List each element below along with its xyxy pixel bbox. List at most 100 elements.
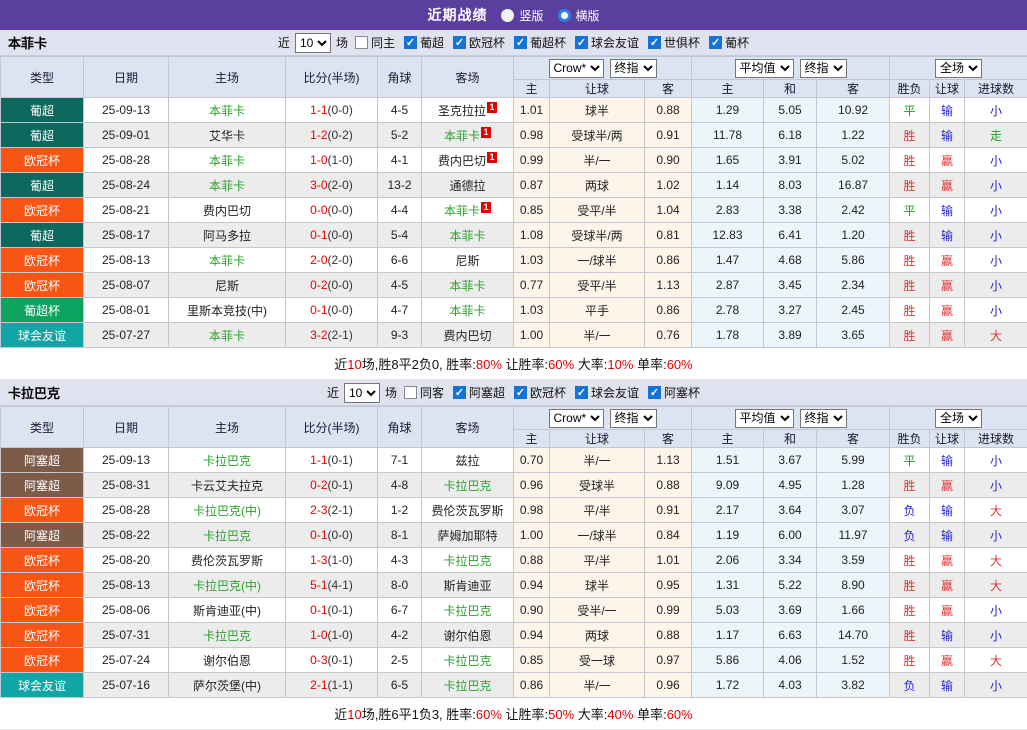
odds-handicap: 平/半 bbox=[550, 548, 645, 573]
match-date: 25-08-07 bbox=[84, 273, 169, 298]
fulltime-score: 1-3 bbox=[310, 553, 327, 567]
home-team-name: 阿马多拉 bbox=[203, 229, 251, 243]
league-filter-checkbox-3[interactable]: ✓ bbox=[648, 386, 661, 399]
home-cell: 卡拉巴克 bbox=[169, 623, 286, 648]
away-cell: 圣克拉拉1 bbox=[422, 98, 514, 123]
same-venue-checkbox[interactable] bbox=[404, 386, 417, 399]
header-group-1: 平均值终指 bbox=[692, 57, 890, 80]
radio-vertical-icon[interactable] bbox=[501, 9, 514, 22]
header-select-0-0[interactable]: Crow* bbox=[549, 409, 604, 428]
goals-result-cell: 小 bbox=[965, 673, 1027, 698]
avg-draw: 6.63 bbox=[764, 623, 817, 648]
match-date: 25-08-06 bbox=[84, 598, 169, 623]
corner-cell: 4-2 bbox=[378, 623, 422, 648]
away-cell: 尼斯 bbox=[422, 248, 514, 273]
avg-draw: 6.00 bbox=[764, 523, 817, 548]
results-table: 类型日期主场比分(半场)角球客场Crow*终指平均值终指全场主让球客主和客胜负让… bbox=[0, 406, 1027, 698]
match-date: 25-08-28 bbox=[84, 148, 169, 173]
odds-home: 0.87 bbox=[514, 173, 550, 198]
header-select-0-1[interactable]: 终指 bbox=[610, 59, 657, 78]
home-team-name: 卡云艾夫拉克 bbox=[191, 479, 263, 493]
layout-radio-vertical[interactable]: 竖版 bbox=[501, 7, 543, 24]
odds-away: 0.81 bbox=[645, 223, 692, 248]
match-count-select[interactable]: 10 bbox=[295, 33, 331, 53]
odds-home: 0.85 bbox=[514, 198, 550, 223]
odds-away: 0.86 bbox=[645, 298, 692, 323]
match-row: 葡超25-09-01艾华卡1-2(0-2)5-2本菲卡10.98受球半/两0.9… bbox=[1, 123, 1027, 148]
subcol-header-0-0: 主 bbox=[514, 80, 550, 98]
fulltime-score: 1-0 bbox=[310, 628, 327, 642]
header-select-1-0[interactable]: 平均值 bbox=[735, 409, 794, 428]
header-select-1-0[interactable]: 平均值 bbox=[735, 59, 794, 78]
same-venue-label: 同主 bbox=[371, 34, 395, 51]
fulltime-score: 0-1 bbox=[310, 303, 327, 317]
header-select-2-0[interactable]: 全场 bbox=[935, 59, 982, 78]
fulltime-score: 2-0 bbox=[310, 253, 327, 267]
league-filter-checkbox-1[interactable]: ✓ bbox=[514, 386, 527, 399]
league-filter-checkbox-2[interactable]: ✓ bbox=[575, 386, 588, 399]
col-header-4: 角球 bbox=[378, 407, 422, 448]
league-badge: 欧冠杯 bbox=[1, 573, 84, 598]
header-select-0-1[interactable]: 终指 bbox=[610, 409, 657, 428]
summary-segment: 让胜率: bbox=[502, 357, 548, 372]
away-team-name: 费内巴切 bbox=[438, 154, 486, 168]
handicap-result-cell: 赢 bbox=[930, 273, 965, 298]
score-cell: 0-2(0-0) bbox=[286, 273, 378, 298]
league-filter-checkbox-3[interactable]: ✓ bbox=[575, 36, 588, 49]
league-filter-checkbox-2[interactable]: ✓ bbox=[514, 36, 527, 49]
league-filter-label: 葡杯 bbox=[725, 34, 749, 51]
score-cell: 2-0(2-0) bbox=[286, 248, 378, 273]
odds-handicap: 一/球半 bbox=[550, 523, 645, 548]
avg-home: 5.86 bbox=[692, 648, 764, 673]
header-select-1-1[interactable]: 终指 bbox=[800, 409, 847, 428]
layout-radio-horizontal[interactable]: 横版 bbox=[558, 7, 600, 24]
header-select-0-0[interactable]: Crow* bbox=[549, 59, 604, 78]
odds-home: 1.00 bbox=[514, 523, 550, 548]
league-filter-checkbox-4[interactable]: ✓ bbox=[648, 36, 661, 49]
section-benfica: 本菲卡 近 10 场 同主✓葡超✓欧冠杯✓葡超杯✓球会友谊✓世俱杯✓葡杯类型日期… bbox=[0, 30, 1027, 380]
home-team-name: 斯肯迪亚(中) bbox=[193, 604, 261, 618]
avg-draw: 4.03 bbox=[764, 673, 817, 698]
away-cell: 谢尔伯恩 bbox=[422, 623, 514, 648]
winloss-cell: 胜 bbox=[890, 248, 930, 273]
corner-cell: 8-1 bbox=[378, 523, 422, 548]
league-badge: 欧冠杯 bbox=[1, 273, 84, 298]
avg-away: 8.90 bbox=[817, 573, 890, 598]
radio-horizontal-icon[interactable] bbox=[558, 9, 571, 22]
subcol-header-1-2: 客 bbox=[817, 430, 890, 448]
match-count-select[interactable]: 10 bbox=[344, 383, 380, 403]
away-cell: 卡拉巴克 bbox=[422, 673, 514, 698]
col-header-5: 客场 bbox=[422, 57, 514, 98]
header-select-2-0[interactable]: 全场 bbox=[935, 409, 982, 428]
summary-segment: 近 bbox=[334, 357, 347, 372]
handicap-result-cell: 输 bbox=[930, 498, 965, 523]
away-team-name: 费内巴切 bbox=[443, 329, 491, 343]
score-cell: 0-1(0-0) bbox=[286, 523, 378, 548]
summary-segment: 单率: bbox=[633, 707, 666, 722]
subcol-header-1-0: 主 bbox=[692, 80, 764, 98]
home-team-name: 卡拉巴克 bbox=[203, 529, 251, 543]
winloss-cell: 胜 bbox=[890, 548, 930, 573]
away-cell: 费内巴切 bbox=[422, 323, 514, 348]
subcol-header-0-1: 让球 bbox=[550, 80, 645, 98]
league-filter-checkbox-0[interactable]: ✓ bbox=[404, 36, 417, 49]
header-select-1-1[interactable]: 终指 bbox=[800, 59, 847, 78]
fulltime-score: 0-3 bbox=[310, 653, 327, 667]
goals-result-cell: 小 bbox=[965, 98, 1027, 123]
away-team-name: 卡拉巴克 bbox=[443, 679, 491, 693]
same-venue-label: 同客 bbox=[420, 384, 444, 401]
avg-draw: 4.06 bbox=[764, 648, 817, 673]
match-row: 欧冠杯25-08-21费内巴切0-0(0-0)4-4本菲卡10.85受平/半1.… bbox=[1, 198, 1027, 223]
league-filter-checkbox-0[interactable]: ✓ bbox=[453, 386, 466, 399]
header-group-2: 全场 bbox=[890, 407, 1027, 430]
odds-home: 0.96 bbox=[514, 473, 550, 498]
score-cell: 3-2(2-1) bbox=[286, 323, 378, 348]
league-filter-label: 球会友谊 bbox=[591, 34, 639, 51]
league-filter-checkbox-5[interactable]: ✓ bbox=[709, 36, 722, 49]
away-cell: 卡拉巴克 bbox=[422, 648, 514, 673]
same-venue-checkbox[interactable] bbox=[355, 36, 368, 49]
team-name: 本菲卡 bbox=[8, 33, 47, 52]
halftime-score: (1-0) bbox=[328, 153, 353, 167]
summary-line: 近10场,胜6平1负3, 胜率:60% 让胜率:50% 大率:40% 单率:60… bbox=[0, 698, 1027, 730]
league-filter-checkbox-1[interactable]: ✓ bbox=[453, 36, 466, 49]
